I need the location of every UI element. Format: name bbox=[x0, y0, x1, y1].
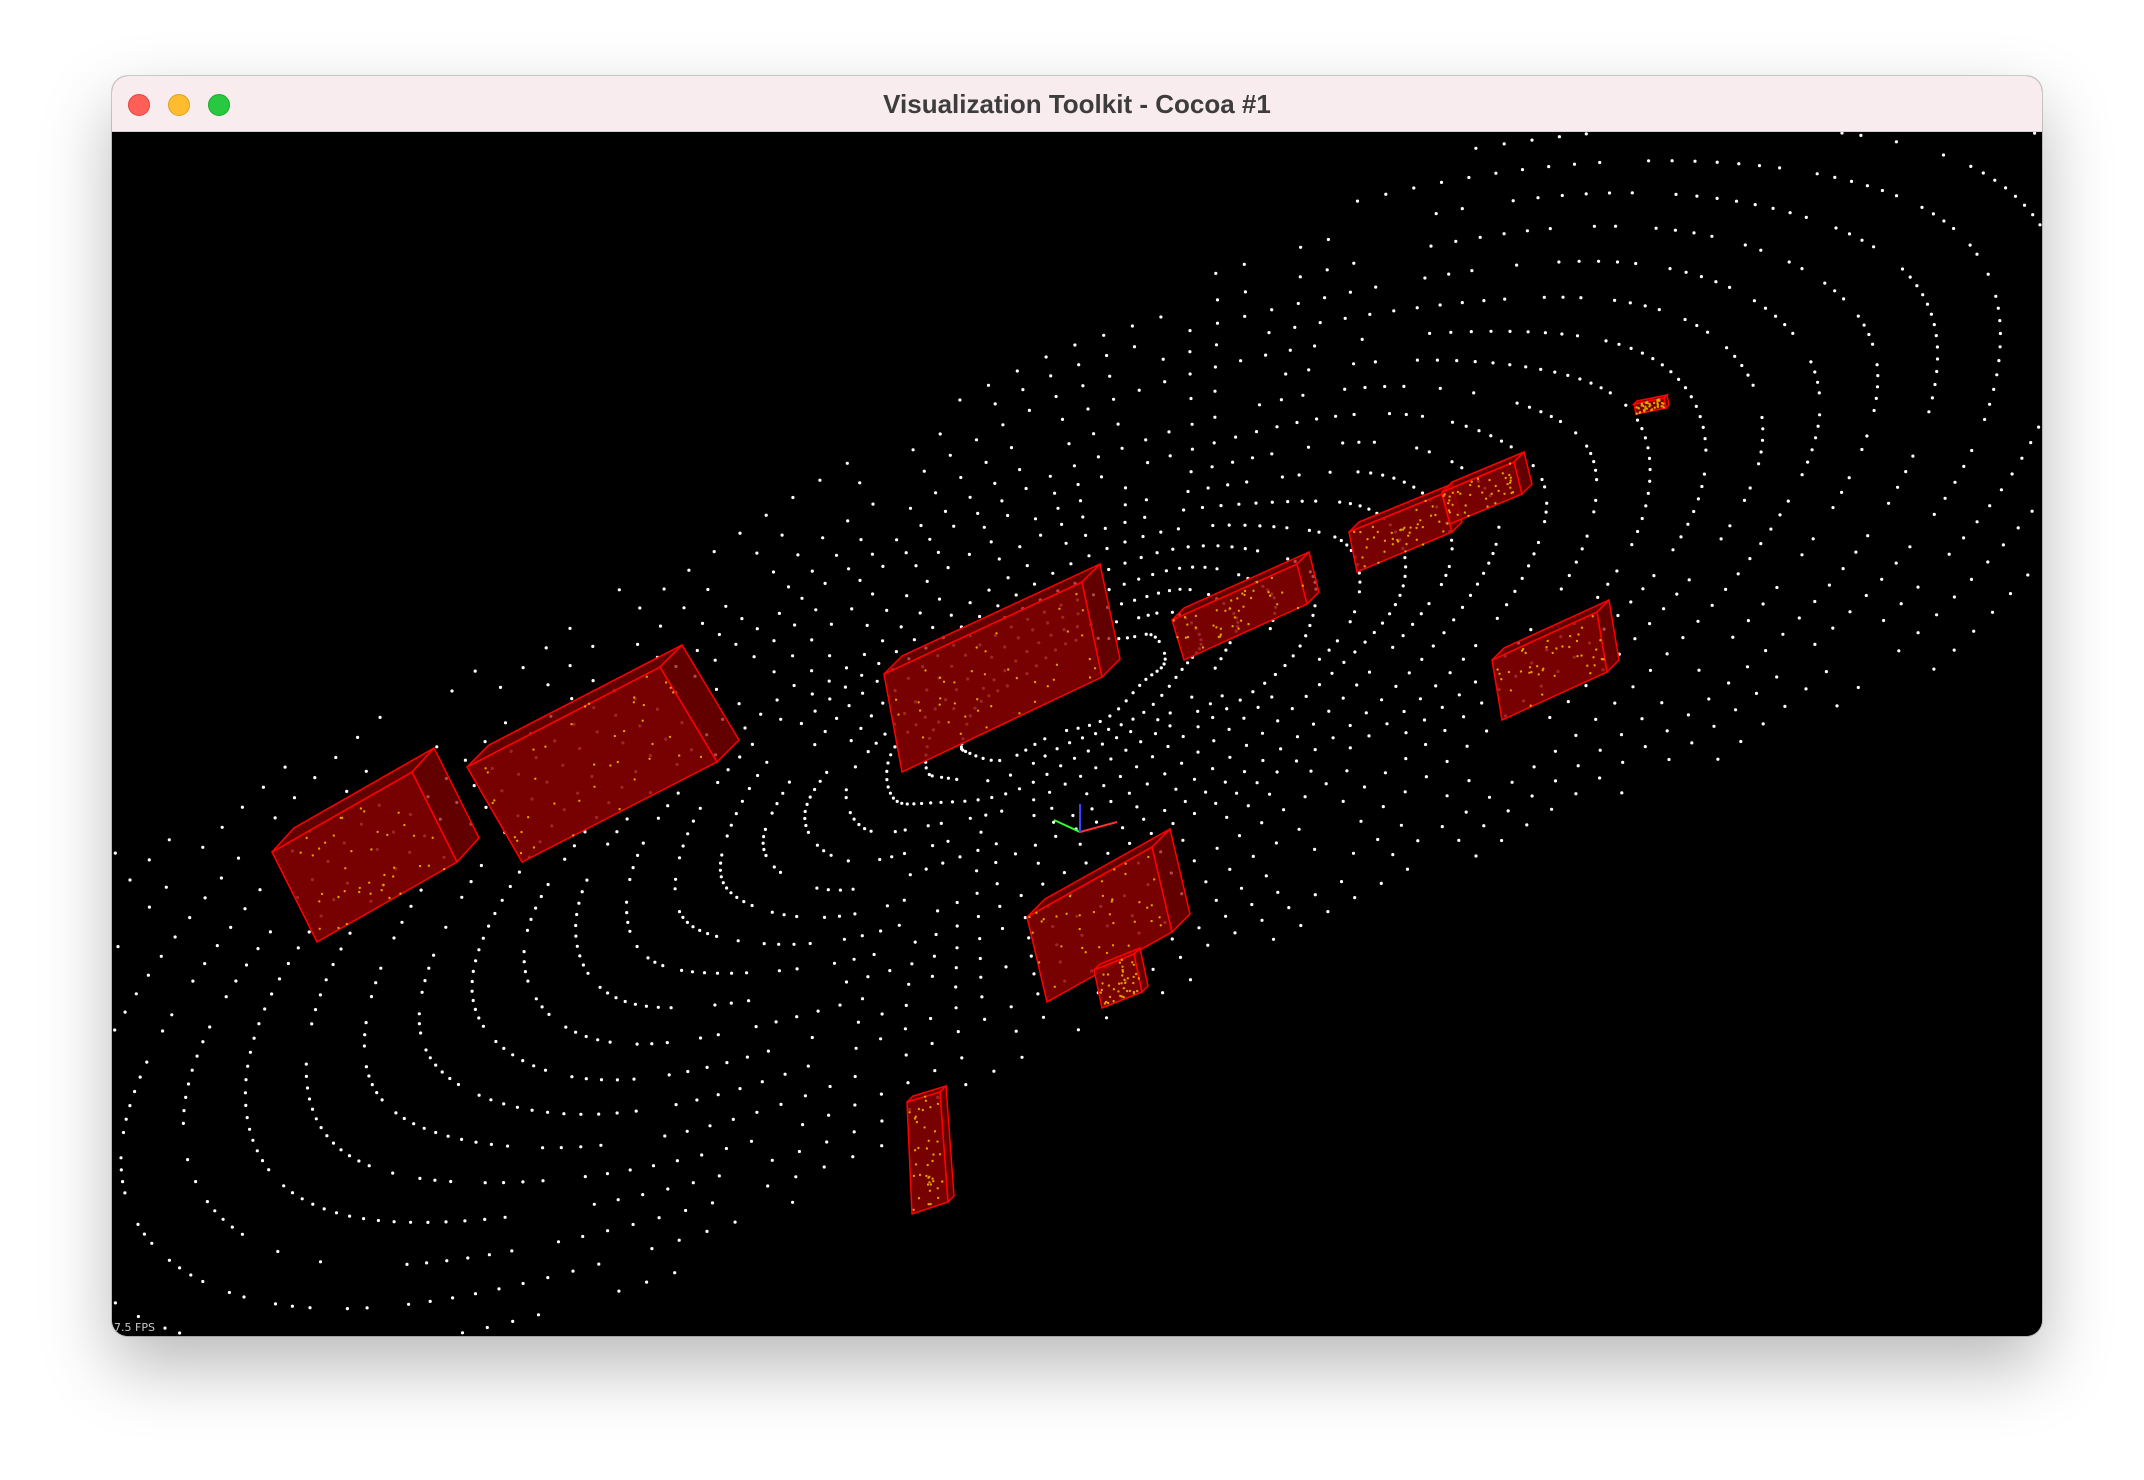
title-bar[interactable]: Visualization Toolkit - Cocoa #1 bbox=[112, 76, 2042, 132]
lidar-points bbox=[113, 132, 2042, 1335]
x-axis bbox=[1079, 821, 1118, 833]
bounding-box bbox=[1631, 393, 1670, 415]
render-viewport[interactable]: 7.5 FPS bbox=[112, 132, 2042, 1336]
bounding-box bbox=[1171, 550, 1320, 662]
fps-counter: 7.5 FPS bbox=[114, 1321, 155, 1334]
bounding-box bbox=[1441, 450, 1533, 526]
vtk-window[interactable]: Visualization Toolkit - Cocoa #1 7.5 FPS bbox=[112, 76, 2042, 1336]
bounding-box bbox=[271, 746, 480, 944]
bounding-box bbox=[906, 1084, 955, 1216]
y-axis bbox=[1053, 819, 1081, 833]
bounding-box bbox=[465, 643, 740, 863]
point-cloud-scene[interactable] bbox=[112, 132, 2042, 1336]
window-title: Visualization Toolkit - Cocoa #1 bbox=[883, 89, 1271, 119]
desktop: Visualization Toolkit - Cocoa #1 7.5 FPS bbox=[0, 0, 2144, 1480]
orientation-axes bbox=[1053, 804, 1118, 833]
bounding-box bbox=[883, 562, 1121, 774]
bounding-box bbox=[1491, 598, 1620, 722]
bounding-boxes bbox=[271, 393, 1670, 1216]
